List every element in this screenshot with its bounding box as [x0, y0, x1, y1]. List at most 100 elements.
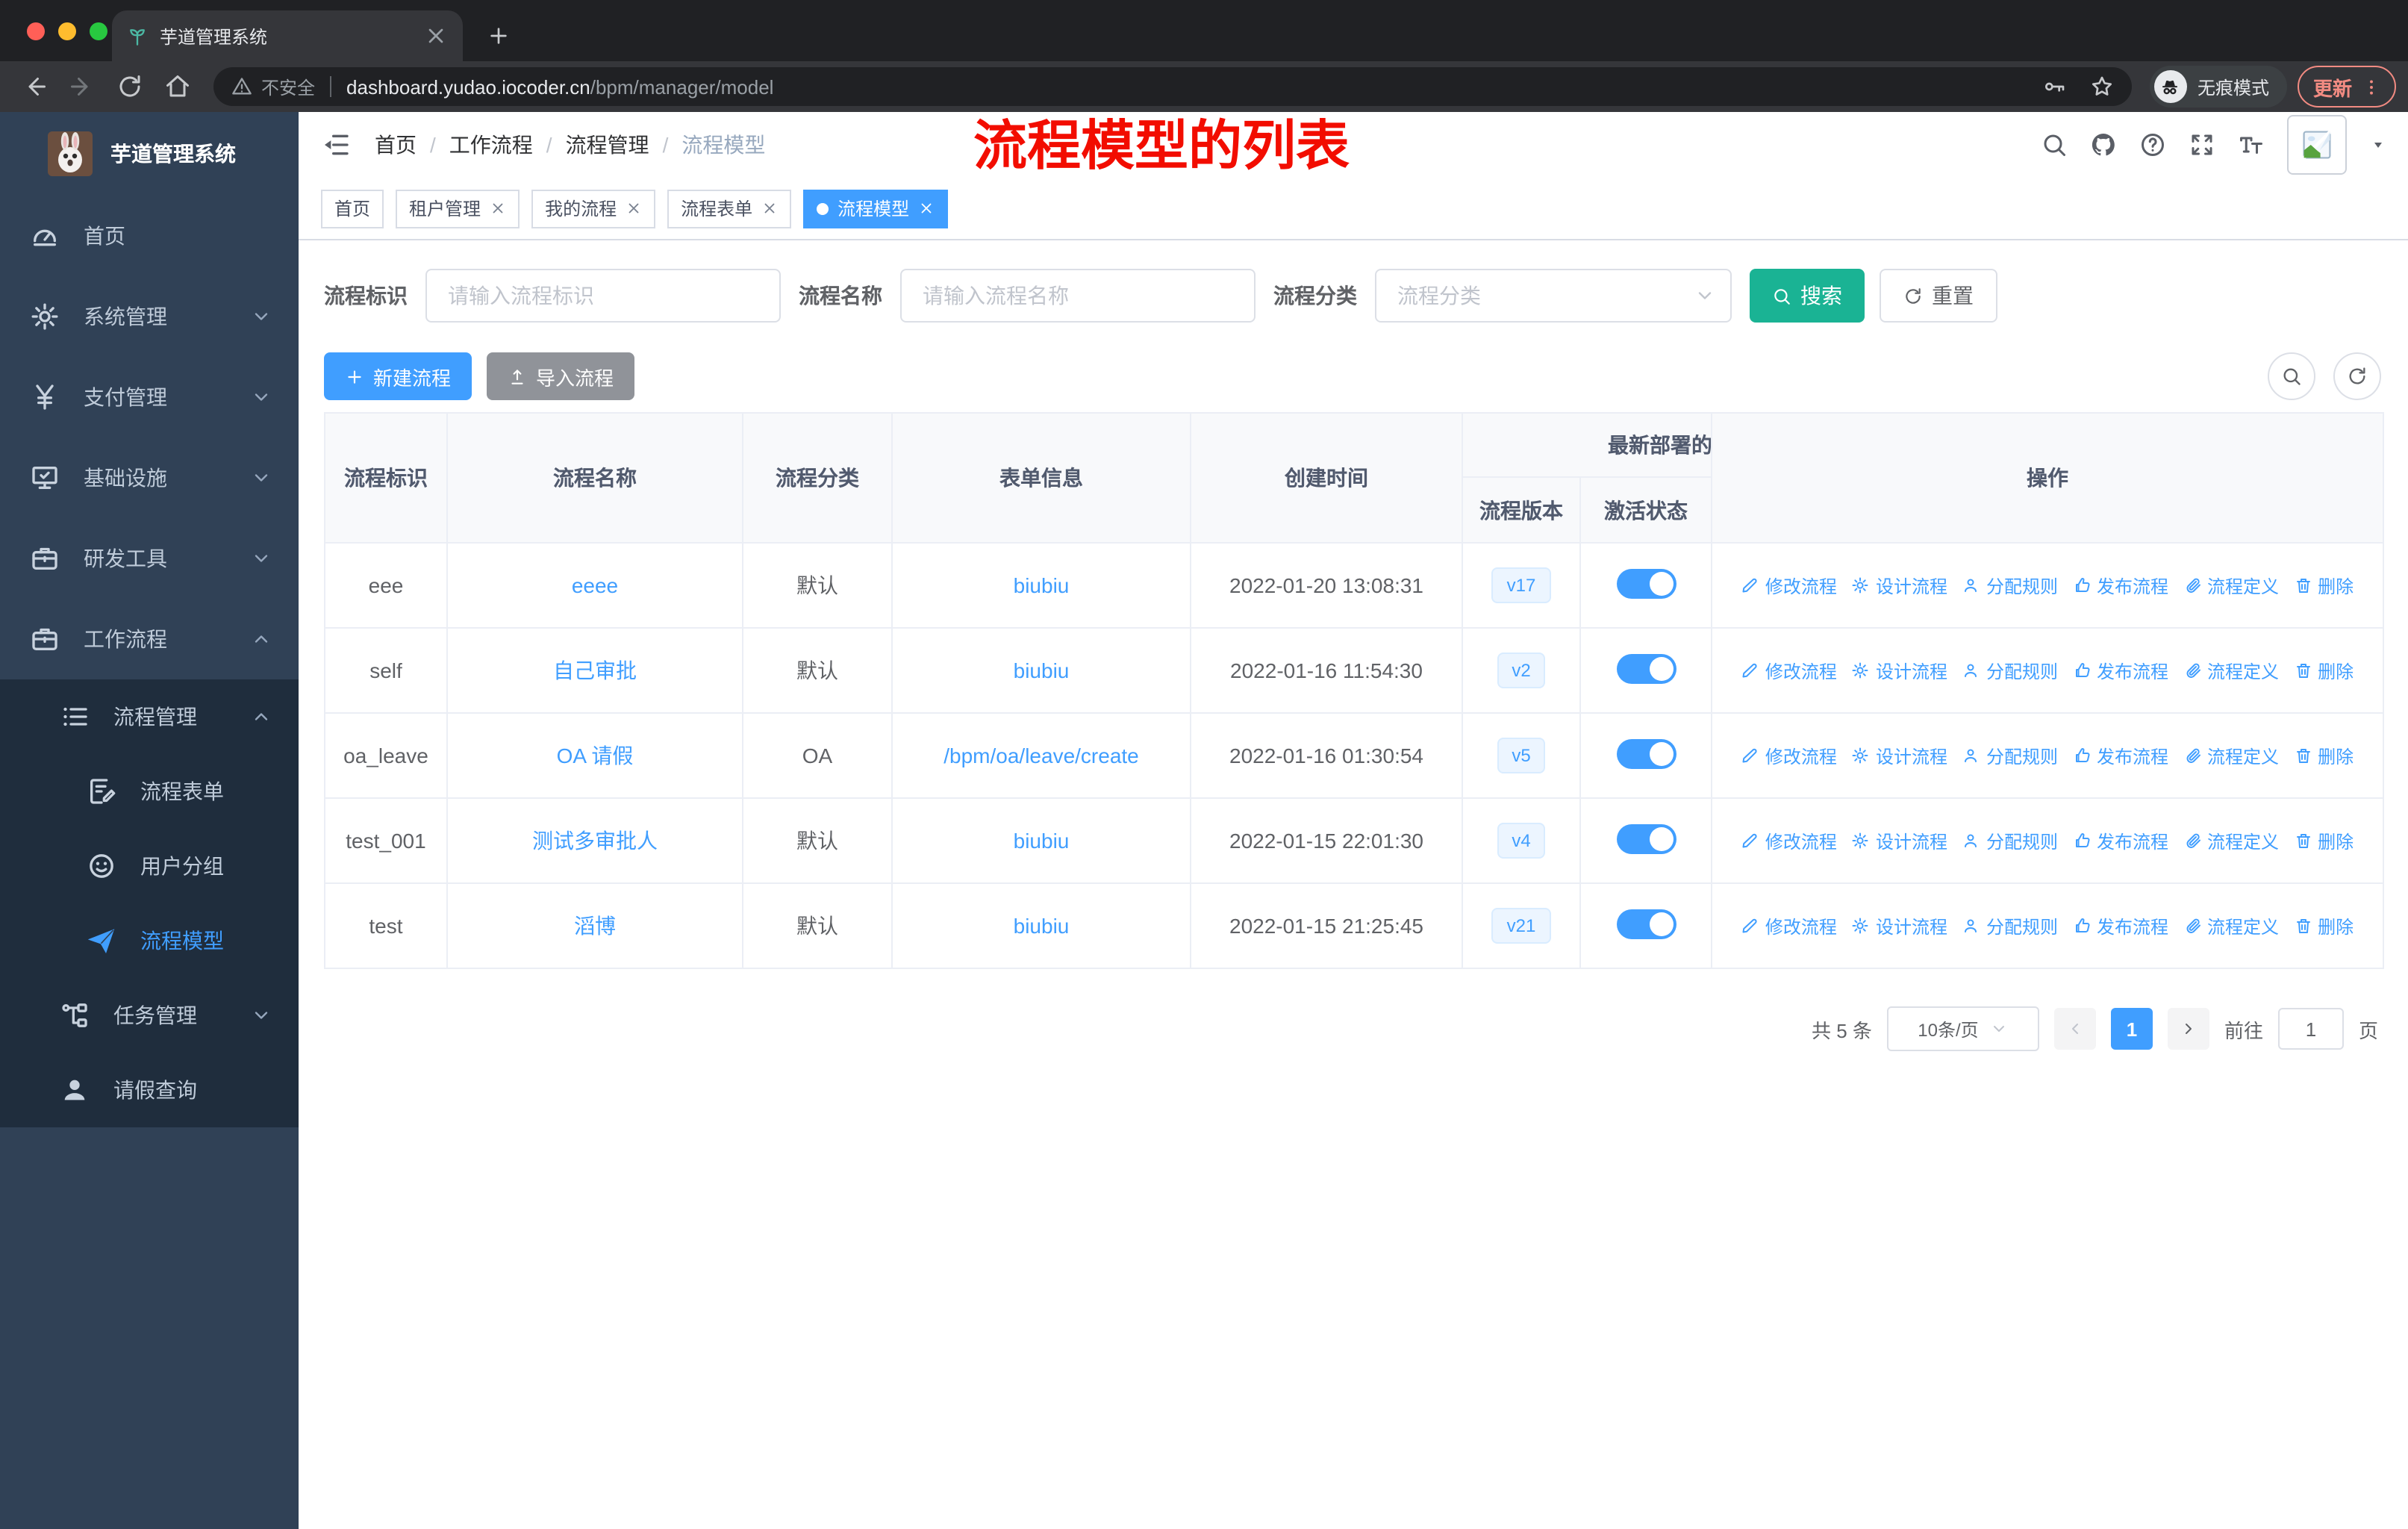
op-delete[interactable]: 删除 [2294, 913, 2354, 938]
process-id-input[interactable] [425, 269, 781, 323]
reload-icon[interactable] [116, 73, 143, 100]
tab-close-icon[interactable] [424, 24, 448, 48]
op-publish-process[interactable]: 发布流程 [2073, 658, 2168, 683]
sidebar-item-process-management[interactable]: 流程管理 [0, 679, 299, 754]
form-info-link[interactable]: /bpm/oa/leave/create [943, 744, 1139, 767]
op-process-definition[interactable]: 流程定义 [2183, 573, 2279, 598]
prev-page-button[interactable] [2053, 1008, 2096, 1050]
active-state-toggle[interactable] [1616, 653, 1676, 683]
current-page-button[interactable]: 1 [2110, 1008, 2153, 1050]
op-process-definition[interactable]: 流程定义 [2183, 913, 2279, 938]
next-page-button[interactable] [2167, 1008, 2209, 1050]
op-publish-process[interactable]: 发布流程 [2073, 828, 2168, 853]
sidebar-item-workflow[interactable]: 工作流程 [0, 599, 299, 679]
op-design-process[interactable]: 设计流程 [1852, 743, 1947, 768]
active-state-toggle[interactable] [1616, 568, 1676, 598]
breadcrumb-process-management[interactable]: 流程管理 [566, 130, 649, 160]
sidebar-item-task-management[interactable]: 任务管理 [0, 978, 299, 1053]
op-publish-process[interactable]: 发布流程 [2073, 573, 2168, 598]
op-delete[interactable]: 删除 [2294, 743, 2354, 768]
form-info-link[interactable]: biubiu [1014, 658, 1070, 682]
process-name-link[interactable]: eeee [572, 573, 618, 597]
close-icon[interactable] [761, 200, 778, 217]
breadcrumb-workflow[interactable]: 工作流程 [449, 130, 533, 160]
close-icon[interactable] [918, 200, 935, 217]
window-close-button[interactable] [27, 22, 45, 40]
op-design-process[interactable]: 设计流程 [1852, 913, 1947, 938]
sidebar-item-home[interactable]: 首页 [0, 196, 299, 276]
active-state-toggle[interactable] [1616, 738, 1676, 768]
browser-tab[interactable]: 芋道管理系统 [112, 10, 463, 61]
op-process-definition[interactable]: 流程定义 [2183, 828, 2279, 853]
avatar[interactable] [2287, 115, 2347, 175]
op-delete[interactable]: 删除 [2294, 573, 2354, 598]
home-icon[interactable] [164, 73, 191, 100]
op-assign-rule[interactable]: 分配规则 [1962, 743, 2058, 768]
op-edit-process[interactable]: 修改流程 [1741, 573, 1837, 598]
process-name-link[interactable]: 自己审批 [553, 658, 637, 682]
form-info-link[interactable]: biubiu [1014, 573, 1070, 597]
page-size-select[interactable]: 10条/页 [1886, 1006, 2039, 1051]
op-delete[interactable]: 删除 [2294, 658, 2354, 683]
op-edit-process[interactable]: 修改流程 [1741, 828, 1837, 853]
security-label[interactable]: 不安全 [261, 74, 315, 99]
sidebar-collapse-icon[interactable] [321, 130, 351, 160]
process-name-link[interactable]: OA 请假 [557, 744, 634, 767]
op-delete[interactable]: 删除 [2294, 828, 2354, 853]
back-icon[interactable] [21, 73, 48, 100]
avatar-caret-down-icon[interactable] [2369, 136, 2387, 154]
breadcrumb-home[interactable]: 首页 [375, 130, 417, 160]
op-design-process[interactable]: 设计流程 [1852, 658, 1947, 683]
show-search-button[interactable] [2268, 352, 2315, 400]
op-design-process[interactable]: 设计流程 [1852, 573, 1947, 598]
sidebar-item-user-group[interactable]: 用户分组 [0, 829, 299, 903]
bookmark-star-icon[interactable] [2090, 75, 2114, 99]
forward-icon[interactable] [69, 73, 96, 100]
op-publish-process[interactable]: 发布流程 [2073, 913, 2168, 938]
key-icon[interactable] [2042, 75, 2066, 99]
close-icon[interactable] [626, 200, 642, 217]
version-badge[interactable]: v2 [1497, 653, 1546, 688]
fullscreen-icon[interactable] [2189, 131, 2215, 158]
window-minimize-button[interactable] [58, 22, 76, 40]
close-icon[interactable] [490, 200, 506, 217]
window-zoom-button[interactable] [90, 22, 107, 40]
help-icon[interactable] [2139, 131, 2166, 158]
tag-home[interactable]: 首页 [321, 189, 384, 228]
url-bar[interactable]: 不安全 dashboard.yudao.iocoder.cn/bpm/manag… [213, 67, 2132, 106]
create-process-button[interactable]: 新建流程 [324, 352, 472, 400]
sidebar-item-leave-query[interactable]: 请假查询 [0, 1053, 299, 1127]
form-info-link[interactable]: biubiu [1014, 829, 1070, 853]
search-button[interactable]: 搜索 [1750, 269, 1865, 323]
goto-page-input[interactable] [2277, 1008, 2344, 1050]
op-assign-rule[interactable]: 分配规则 [1962, 573, 2058, 598]
version-badge[interactable]: v4 [1497, 823, 1546, 859]
process-name-link[interactable]: 滔博 [574, 914, 616, 938]
browser-update-button[interactable]: 更新 [2298, 66, 2396, 108]
sidebar-item-infra[interactable]: 基础设施 [0, 437, 299, 518]
browser-menu-dots-icon[interactable] [2361, 77, 2380, 96]
op-edit-process[interactable]: 修改流程 [1741, 658, 1837, 683]
op-publish-process[interactable]: 发布流程 [2073, 743, 2168, 768]
url-text[interactable]: dashboard.yudao.iocoder.cn/bpm/manager/m… [346, 75, 773, 98]
op-edit-process[interactable]: 修改流程 [1741, 913, 1837, 938]
sidebar-item-payment[interactable]: 支付管理 [0, 357, 299, 437]
op-process-definition[interactable]: 流程定义 [2183, 658, 2279, 683]
sidebar-item-system[interactable]: 系统管理 [0, 276, 299, 357]
active-state-toggle[interactable] [1616, 909, 1676, 938]
header-search-icon[interactable] [2041, 131, 2068, 158]
process-name-link[interactable]: 测试多审批人 [532, 829, 658, 853]
version-badge[interactable]: v17 [1491, 567, 1551, 603]
tag-process-form[interactable]: 流程表单 [667, 189, 792, 228]
font-size-icon[interactable] [2238, 131, 2265, 158]
security-warning-icon[interactable] [231, 76, 252, 97]
sidebar-item-process-model[interactable]: 流程模型 [0, 903, 299, 978]
reset-button[interactable]: 重置 [1880, 269, 1997, 323]
form-info-link[interactable]: biubiu [1014, 914, 1070, 938]
op-assign-rule[interactable]: 分配规则 [1962, 828, 2058, 853]
sidebar-item-process-form[interactable]: 流程表单 [0, 754, 299, 829]
version-badge[interactable]: v21 [1491, 908, 1551, 944]
import-process-button[interactable]: 导入流程 [487, 352, 635, 400]
op-process-definition[interactable]: 流程定义 [2183, 743, 2279, 768]
active-state-toggle[interactable] [1616, 823, 1676, 853]
